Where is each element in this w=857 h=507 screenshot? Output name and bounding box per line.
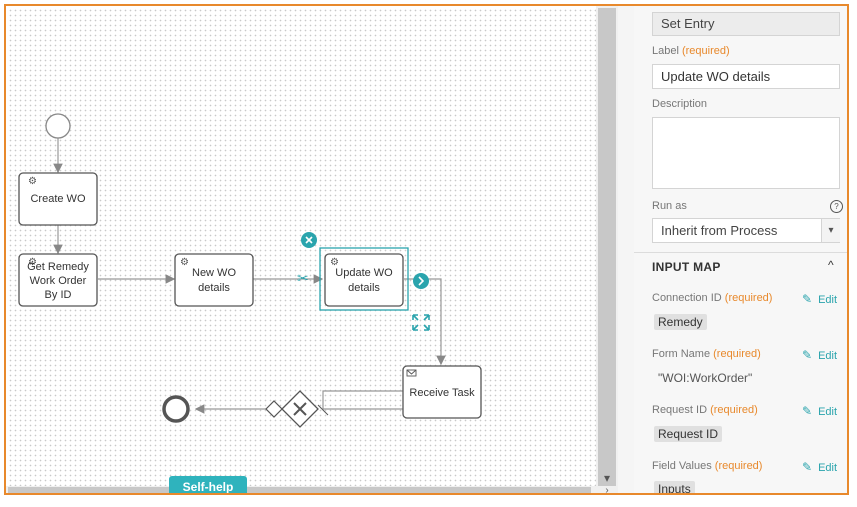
task-update-wo-line2: details [348,282,380,294]
event-gateway[interactable] [265,400,283,418]
element-type-field: Set Entry [652,12,840,36]
form-name-label: Form Name (required) [652,348,761,360]
process-canvas[interactable]: ⚙ Create WO ⚙ Get Remedy Work Order By I… [8,8,596,488]
task-create-wo[interactable]: ⚙ Create WO [18,172,98,226]
run-as-selected-value: Inherit from Process [661,223,778,238]
pencil-icon: ✎ [802,348,813,362]
field-values-label: Field Values (required) [652,460,763,472]
field-values-value: Inputs [654,481,695,493]
flow-update-receive[interactable] [404,278,446,366]
task-get-remedy-line3: By ID [45,289,72,301]
description-label: Description [652,98,708,110]
label-input[interactable]: Update WO details [652,64,840,89]
process-diagram[interactable]: ⚙ Create WO ⚙ Get Remedy Work Order By I… [8,8,596,488]
run-as-select[interactable]: Inherit from Process [652,218,840,243]
section-divider [634,252,847,253]
label-field-label: Label (required) [652,45,730,57]
delete-button[interactable] [301,232,317,248]
exclusive-gateway[interactable] [281,390,319,428]
task-update-wo-details[interactable]: ⚙ Update WO details [324,253,404,307]
app-frame: ⚙ Create WO ⚙ Get Remedy Work Order By I… [4,4,849,495]
chevron-down-icon[interactable]: ▾ [821,219,840,242]
connection-id-label: Connection ID (required) [652,292,773,304]
task-new-wo-line2: details [198,282,230,294]
scroll-right-arrow-icon[interactable]: › [598,486,616,494]
start-event[interactable] [45,113,71,139]
run-as-label: Run as [652,200,687,212]
connect-next-button[interactable] [413,273,429,289]
task-new-wo-line1: New WO [192,267,236,279]
vertical-scrollbar-thumb[interactable] [598,8,616,486]
horizontal-scrollbar-thumb[interactable] [8,487,591,493]
collapse-chevron-up-icon[interactable]: ^ [828,258,834,272]
task-create-wo-label: Create WO [30,193,85,205]
expand-icon[interactable] [412,314,430,331]
request-id-label: Request ID (required) [652,404,758,416]
flow-receive-gateway[interactable] [322,390,403,409]
panel-divider [618,6,634,493]
pencil-icon: ✎ [802,404,813,418]
scissors-icon[interactable]: ✂ [297,270,309,286]
form-name-value: "WOI:WorkOrder" [658,371,753,385]
gear-icon: ⚙ [28,176,37,187]
help-icon[interactable]: ? [830,200,843,213]
request-id-value: Request ID [654,426,723,442]
task-receive-task[interactable]: Receive Task [402,365,482,419]
scroll-down-arrow-icon[interactable]: ▾ [596,470,618,486]
gear-icon: ⚙ [180,257,189,268]
pencil-icon: ✎ [802,460,813,474]
task-get-remedy-line1: Get Remedy [27,261,89,273]
end-event[interactable] [162,395,190,423]
properties-panel: Set Entry Label (required) Update WO det… [634,6,847,493]
description-textarea[interactable] [652,117,840,189]
connection-id-edit-button[interactable]: ✎ Edit [802,292,837,306]
task-get-remedy-line2: Work Order [30,275,87,287]
self-help-tab[interactable]: Self-help [169,476,247,493]
task-new-wo-details[interactable]: ⚙ New WO details [174,253,254,307]
task-update-wo-line1: Update WO [335,267,393,279]
svg-text:✂: ✂ [297,270,309,286]
task-get-remedy-work-order[interactable]: ⚙ Get Remedy Work Order By ID [18,253,98,307]
form-name-edit-button[interactable]: ✎ Edit [802,348,837,362]
task-receive-task-label: Receive Task [409,387,475,399]
request-id-edit-button[interactable]: ✎ Edit [802,404,837,418]
pencil-icon: ✎ [802,292,813,306]
field-values-edit-button[interactable]: ✎ Edit [802,460,837,474]
input-map-title: INPUT MAP [652,260,721,274]
connection-id-value: Remedy [654,314,707,330]
